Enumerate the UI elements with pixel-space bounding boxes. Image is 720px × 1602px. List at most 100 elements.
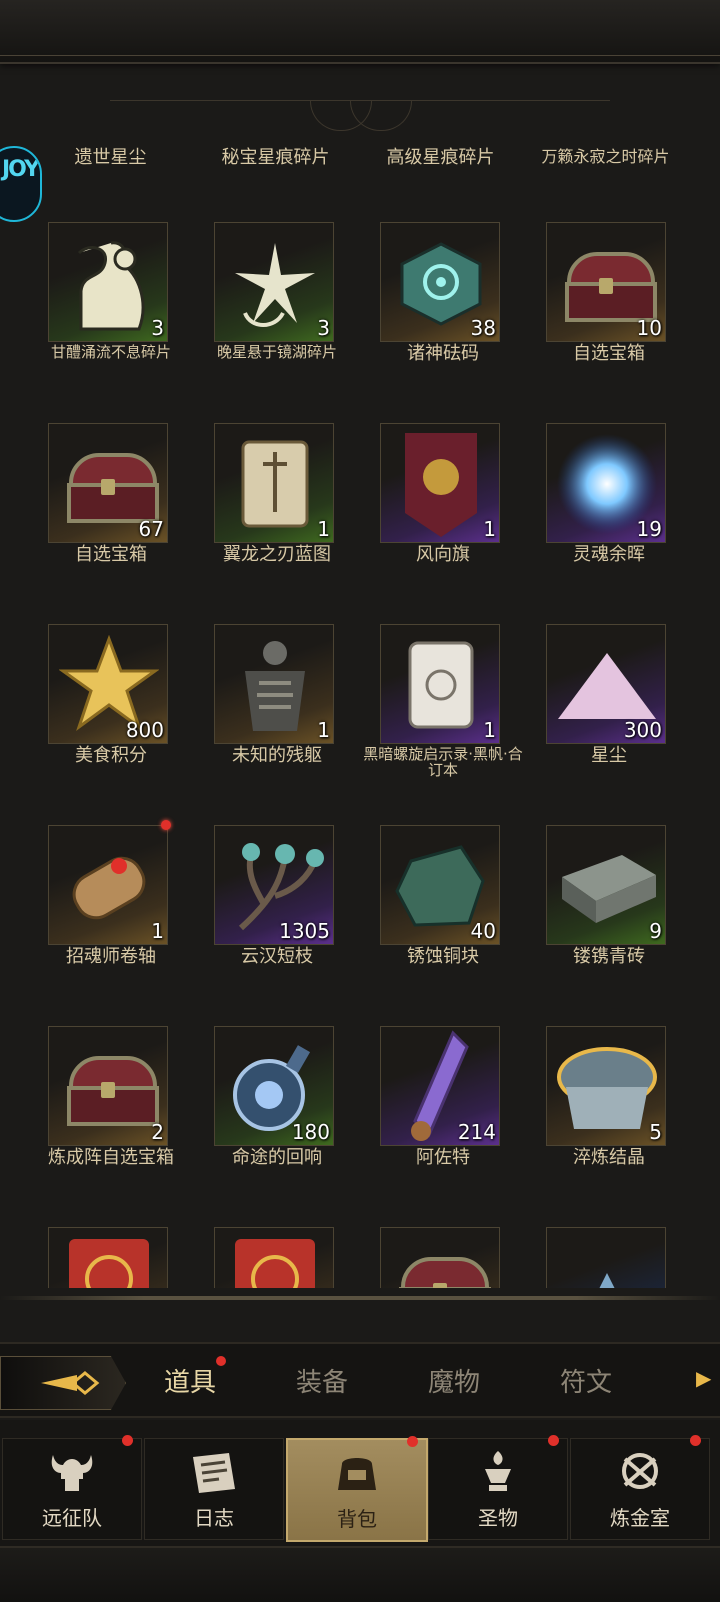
item-slot[interactable]: 1 — [380, 423, 500, 543]
item-name: 美食积分 — [75, 745, 147, 766]
item-count: 10 — [636, 316, 662, 340]
category-tabs: 道具 装备 魔物 符文 ▶ — [0, 1342, 720, 1418]
item-count: 67 — [138, 517, 164, 541]
inventory-item[interactable]: 5 淬炼结晶 — [526, 1026, 692, 1227]
item-slot[interactable]: 19 — [546, 423, 666, 543]
item-name: 翼龙之刃蓝图 — [223, 544, 331, 565]
item-slot[interactable]: 1 — [48, 825, 168, 945]
item-slot[interactable]: 40 — [380, 825, 500, 945]
item-slot[interactable]: 2 — [48, 1026, 168, 1146]
red-envelope-icon — [49, 1228, 167, 1288]
inventory-grid[interactable]: 3 甘醴涌流不息碎片 3 晚星悬于镜湖碎片 38 诸神砝码 10 自选宝箱 67 自选宝箱 1 翼龙之… — [28, 222, 692, 1288]
inventory-item[interactable]: 10 自选宝箱 — [526, 222, 692, 423]
inventory-item[interactable]: 1305 云汉短枝 — [194, 825, 360, 1026]
item-count: 5 — [649, 1120, 662, 1144]
item-name: 阿佐特 — [416, 1147, 470, 1168]
tab-items[interactable]: 道具 — [140, 1356, 240, 1399]
bottom-frame — [0, 1546, 720, 1602]
item-slot[interactable]: 5 — [546, 1026, 666, 1146]
tab-emblem — [0, 1356, 126, 1410]
item-slot[interactable]: 9 — [546, 825, 666, 945]
item-count: 1 — [317, 718, 330, 742]
inventory-item[interactable]: 1 黑暗螺旋启示录·黑帆·合订本 — [360, 624, 526, 825]
nav-journal-button[interactable]: 日志 — [144, 1438, 284, 1540]
item-slot[interactable]: 1 — [214, 624, 334, 744]
inventory-item[interactable]: 300 星尘 — [526, 624, 692, 825]
inventory-item[interactable] — [526, 1227, 692, 1288]
tab-monsters[interactable]: 魔物 — [404, 1362, 504, 1399]
inventory-item[interactable]: 1 风向旗 — [360, 423, 526, 624]
inventory-item[interactable]: 214 阿佐特 — [360, 1026, 526, 1227]
inventory-item[interactable]: 67 自选宝箱 — [28, 423, 194, 624]
top-frame — [0, 0, 720, 64]
inventory-item[interactable]: 9 镂镌青砖 — [526, 825, 692, 1026]
item-name: 镂镌青砖 — [573, 946, 645, 967]
item-slot[interactable] — [48, 1227, 168, 1288]
inventory-item[interactable] — [28, 1227, 194, 1288]
item-slot[interactable]: 300 — [546, 624, 666, 744]
item-slot[interactable] — [380, 1227, 500, 1288]
nav-label: 炼金室 — [610, 1506, 670, 1530]
tab-next-arrow-icon[interactable]: ▶ — [696, 1366, 711, 1390]
nav-label: 日志 — [194, 1506, 234, 1530]
item-name: 灵魂余晖 — [573, 544, 645, 565]
inventory-item[interactable]: 1 未知的残躯 — [194, 624, 360, 825]
grid-divider — [0, 1296, 720, 1300]
inventory-item[interactable]: 2 炼成阵自选宝箱 — [28, 1026, 194, 1227]
header-label: 万籁永寂之时碎片 — [541, 147, 670, 166]
item-name: 炼成阵自选宝箱 — [48, 1147, 174, 1168]
tab-runes[interactable]: 符文 — [536, 1362, 636, 1399]
nav-badge-dot — [407, 1436, 418, 1447]
item-slot[interactable]: 180 — [214, 1026, 334, 1146]
item-slot[interactable] — [214, 1227, 334, 1288]
inventory-item[interactable]: 1 翼龙之刃蓝图 — [194, 423, 360, 624]
inventory-item[interactable]: 3 甘醴涌流不息碎片 — [28, 222, 194, 423]
item-name: 黑暗螺旋启示录·黑帆·合订本 — [363, 745, 523, 779]
nav-relics-button[interactable]: 圣物 — [428, 1435, 568, 1540]
item-count: 1305 — [279, 919, 330, 943]
journal-icon — [189, 1449, 239, 1495]
tab-label: 符文 — [559, 1368, 612, 1398]
arrow-emblem-icon — [41, 1371, 100, 1395]
inventory-item[interactable] — [360, 1227, 526, 1288]
item-slot[interactable]: 3 — [214, 222, 334, 342]
item-slot[interactable]: 1 — [380, 624, 500, 744]
item-count: 1 — [317, 517, 330, 541]
tab-equipment[interactable]: 装备 — [272, 1362, 372, 1399]
tab-label: 道具 — [163, 1368, 216, 1398]
item-count: 38 — [470, 316, 496, 340]
item-slot[interactable]: 1305 — [214, 825, 334, 945]
nav-expedition-button[interactable]: 远征队 — [2, 1435, 142, 1540]
item-slot[interactable]: 10 — [546, 222, 666, 342]
nav-label: 远征队 — [42, 1506, 102, 1530]
item-slot[interactable] — [546, 1227, 666, 1288]
inventory-item[interactable]: 800 美食积分 — [28, 624, 194, 825]
item-name: 风向旗 — [416, 544, 470, 565]
inventory-item[interactable]: 38 诸神砝码 — [360, 222, 526, 423]
header-label: 高级星痕碎片 — [386, 147, 495, 168]
item-name: 自选宝箱 — [75, 544, 147, 565]
inventory-item[interactable]: 40 锈蚀铜块 — [360, 825, 526, 1026]
item-slot[interactable]: 38 — [380, 222, 500, 342]
relic-icon — [473, 1449, 523, 1495]
item-slot[interactable]: 800 — [48, 624, 168, 744]
chest-icon — [381, 1228, 499, 1288]
inventory-item[interactable]: 1 招魂师卷轴 — [28, 820, 194, 1026]
item-slot[interactable]: 67 — [48, 423, 168, 543]
item-count: 40 — [470, 919, 496, 943]
inventory-item[interactable]: 19 灵魂余晖 — [526, 423, 692, 624]
inventory-item[interactable]: 180 命途的回响 — [194, 1026, 360, 1227]
inventory-item[interactable] — [194, 1227, 360, 1288]
item-slot[interactable]: 1 — [214, 423, 334, 543]
nav-badge-dot — [690, 1435, 701, 1446]
item-count: 1 — [151, 919, 164, 943]
nav-backpack-button[interactable]: 背包 — [286, 1436, 428, 1542]
inventory-item[interactable]: 3 晚星悬于镜湖碎片 — [194, 222, 360, 423]
nav-alchemy-button[interactable]: 炼金室 — [570, 1435, 710, 1540]
item-name: 自选宝箱 — [573, 343, 645, 364]
item-name: 未知的残躯 — [232, 745, 322, 766]
item-slot[interactable]: 3 — [48, 222, 168, 342]
item-name: 星尘 — [591, 745, 627, 766]
item-slot[interactable]: 214 — [380, 1026, 500, 1146]
item-count: 3 — [151, 316, 164, 340]
